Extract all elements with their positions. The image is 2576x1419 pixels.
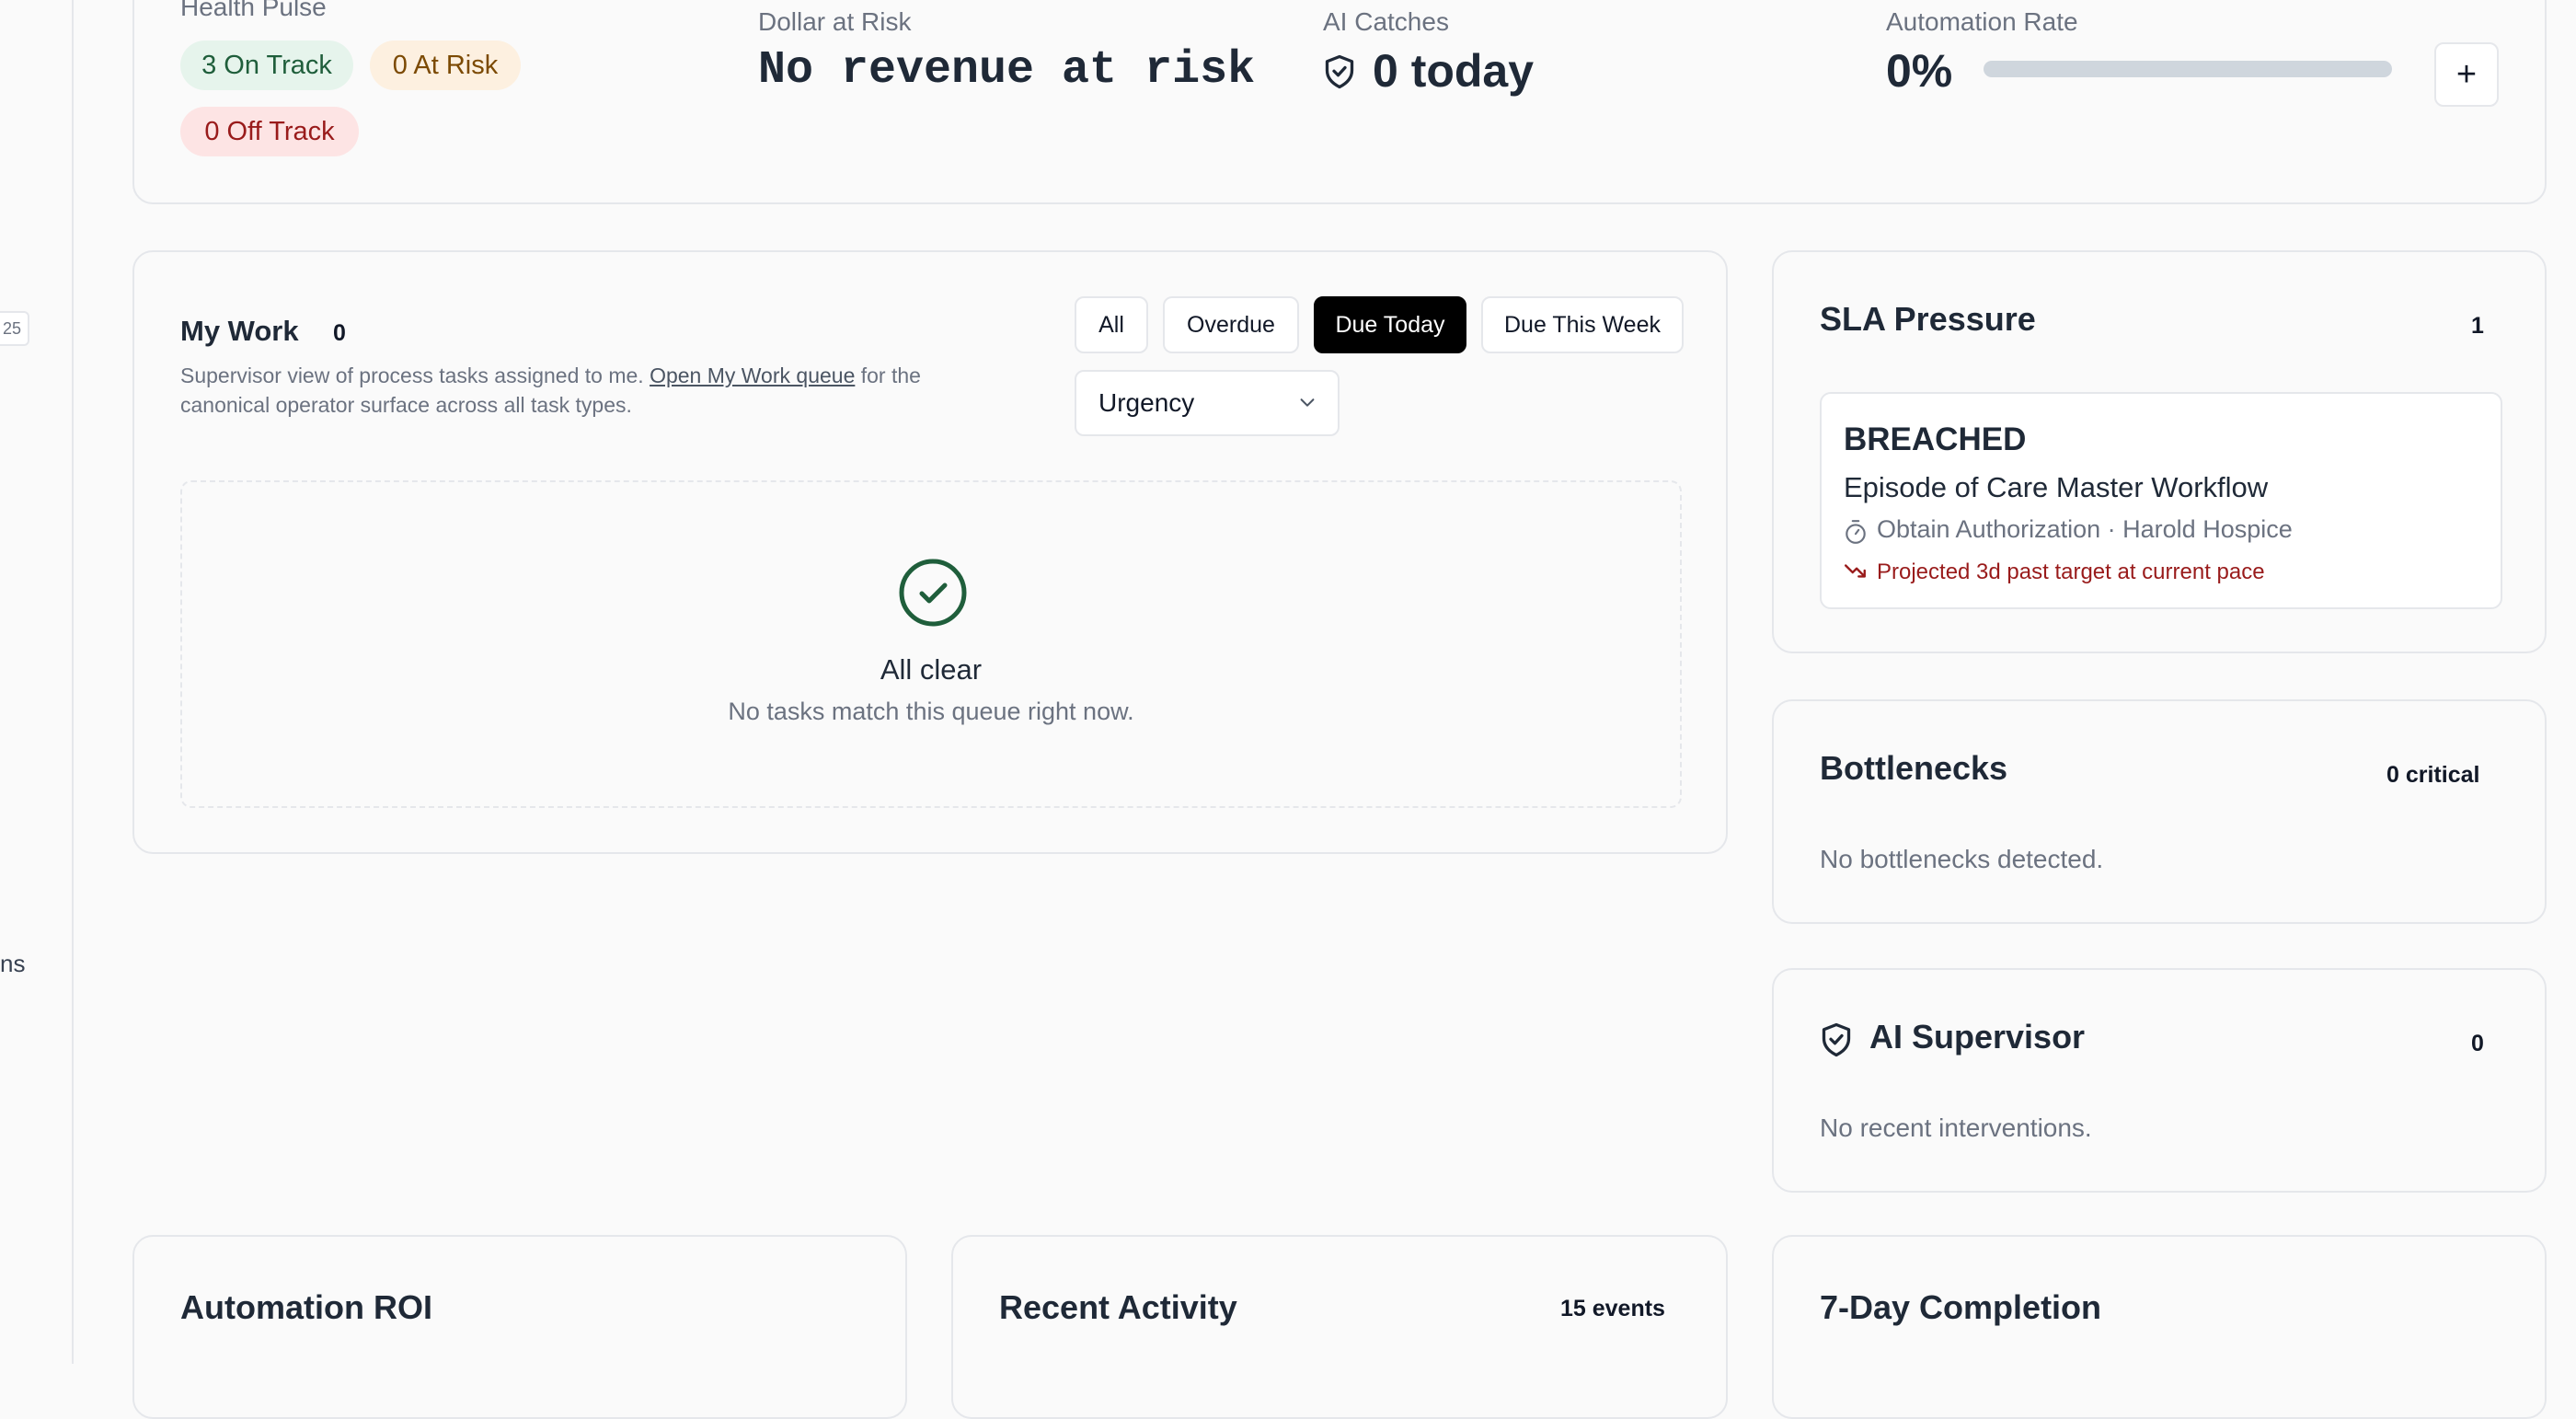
health-pulse-label: Health Pulse <box>180 0 327 21</box>
sidebar-item-label[interactable]: ns <box>0 950 25 978</box>
empty-state-subtitle: No tasks match this queue right now. <box>728 698 1134 725</box>
ai-supervisor-count: 0 <box>2471 1031 2484 1056</box>
sort-select-value: Urgency <box>1098 388 1195 417</box>
timer-icon <box>1844 519 1868 549</box>
empty-state: All clear No tasks match this queue righ… <box>180 480 1682 808</box>
ai-supervisor-empty: No recent interventions. <box>1820 1113 2092 1142</box>
my-work-count: 0 <box>333 320 346 346</box>
bottlenecks-title: Bottlenecks <box>1820 749 2008 787</box>
sidebar: 25 ns <box>0 0 74 1364</box>
completion-title: 7-Day Completion <box>1820 1288 2102 1326</box>
bottlenecks-card: Bottlenecks 0 critical No bottlenecks de… <box>1772 699 2547 924</box>
ai-catches-value: 0 today <box>1373 45 1535 97</box>
description-text-line2: canonical operator surface across all ta… <box>180 393 632 417</box>
dollar-at-risk-label: Dollar at Risk <box>758 7 912 36</box>
description-text-suffix: for the <box>860 363 921 387</box>
sla-item[interactable]: BREACHED Episode of Care Master Workflow… <box>1820 392 2502 609</box>
kpi-card: Health Pulse 3 On Track 0 At Risk 0 Off … <box>132 0 2547 204</box>
my-work-title: My Work <box>180 315 299 347</box>
at-risk-badge[interactable]: 0 At Risk <box>370 40 521 90</box>
sla-workflow-name: Episode of Care Master Workflow <box>1844 471 2269 503</box>
recent-activity-count: 15 events <box>1560 1296 1665 1321</box>
automation-rate-progress <box>1984 61 2392 77</box>
shield-icon <box>1820 1021 1853 1063</box>
chevron-down-icon <box>1297 392 1317 417</box>
filter-due-today-button[interactable]: Due Today <box>1314 296 1466 353</box>
open-my-work-queue-link[interactable]: Open My Work queue <box>650 363 855 387</box>
filter-overdue-button[interactable]: Overdue <box>1163 296 1299 353</box>
bottlenecks-empty: No bottlenecks detected. <box>1820 845 2104 873</box>
add-button[interactable]: + <box>2434 42 2499 107</box>
automation-roi-card: Automation ROI <box>132 1235 907 1419</box>
sidebar-badge[interactable]: 25 <box>0 311 29 346</box>
ai-supervisor-title: AI Supervisor <box>1869 1018 2086 1056</box>
sort-select[interactable]: Urgency <box>1075 370 1340 436</box>
sla-status: BREACHED <box>1844 421 2027 457</box>
my-work-description: Supervisor view of process tasks assigne… <box>180 361 1100 420</box>
completion-card: 7-Day Completion <box>1772 1235 2547 1419</box>
my-work-card: My Work 0 Supervisor view of process tas… <box>132 250 1728 854</box>
sla-pressure-count: 1 <box>2471 313 2484 339</box>
ai-catches-label: AI Catches <box>1323 7 1449 36</box>
plus-icon: + <box>2455 55 2478 94</box>
empty-state-title: All clear <box>880 653 983 686</box>
automation-rate-label: Automation Rate <box>1886 7 2078 36</box>
on-track-badge[interactable]: 3 On Track <box>180 40 353 90</box>
recent-activity-title: Recent Activity <box>999 1288 1237 1326</box>
filter-all-button[interactable]: All <box>1075 296 1148 353</box>
shield-icon <box>1323 53 1356 95</box>
sla-detail: Obtain Authorization · Harold Hospice <box>1877 515 2293 543</box>
trend-down-icon <box>1844 561 1868 586</box>
bottlenecks-count: 0 critical <box>2386 762 2480 788</box>
recent-activity-card: Recent Activity 15 events <box>951 1235 1728 1419</box>
ai-supervisor-card: AI Supervisor 0 No recent interventions. <box>1772 968 2547 1193</box>
filter-due-this-week-button[interactable]: Due This Week <box>1481 296 1684 353</box>
automation-rate-value: 0% <box>1886 45 1953 97</box>
description-text: Supervisor view of process tasks assigne… <box>180 363 644 387</box>
dollar-at-risk-value: No revenue at risk <box>758 44 1256 97</box>
check-circle-icon <box>898 558 968 632</box>
sla-pressure-title: SLA Pressure <box>1820 300 2036 338</box>
automation-roi-title: Automation ROI <box>180 1288 432 1326</box>
sla-projection: Projected 3d past target at current pace <box>1877 560 2265 584</box>
off-track-badge[interactable]: 0 Off Track <box>180 107 359 156</box>
sla-pressure-card: SLA Pressure 1 BREACHED Episode of Care … <box>1772 250 2547 653</box>
